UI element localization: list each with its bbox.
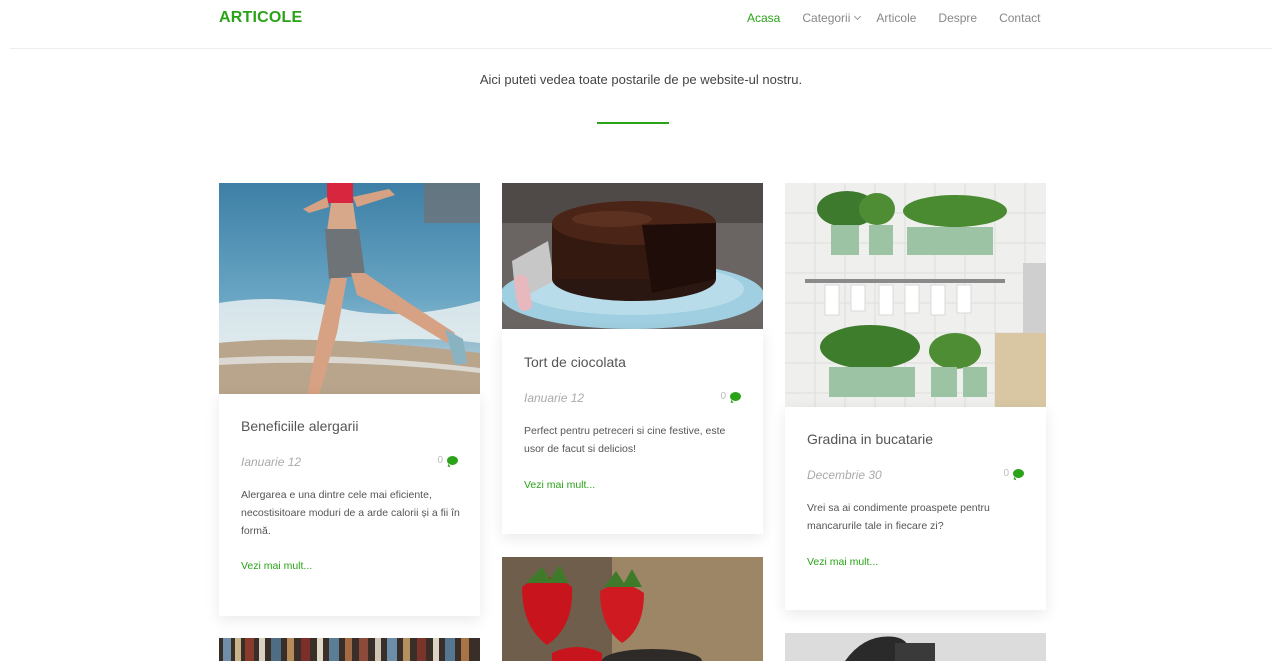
nav-about[interactable]: Despre: [938, 11, 977, 25]
post-card-partial: [502, 557, 763, 661]
post-comments[interactable]: 0: [720, 391, 741, 402]
fitness-photo: [785, 633, 1046, 661]
post-card-body: Beneficiile alergarii Ianuarie 12 0 Aler…: [219, 394, 480, 616]
comment-count: 0: [720, 391, 726, 402]
post-image-cake[interactable]: [502, 183, 763, 329]
post-title[interactable]: Beneficiile alergarii: [241, 418, 359, 434]
post-card: Gradina in bucatarie Decembrie 30 0 Vrei…: [785, 183, 1046, 610]
read-more-link[interactable]: Vezi mai mult...: [807, 556, 878, 568]
header-divider: [10, 48, 1272, 49]
post-date: Decembrie 30: [807, 468, 882, 482]
nav-home[interactable]: Acasa: [747, 11, 780, 25]
read-more-link[interactable]: Vezi mai mult...: [241, 560, 312, 572]
comment-icon: [447, 456, 458, 465]
read-more-link[interactable]: Vezi mai mult...: [524, 479, 595, 491]
nav-contact[interactable]: Contact: [999, 11, 1040, 25]
post-image-strawberries[interactable]: [502, 557, 763, 661]
cake-photo: [502, 183, 763, 329]
post-card: Beneficiile alergarii Ianuarie 12 0 Aler…: [219, 183, 480, 616]
nav-categories-label: Categorii: [802, 11, 851, 25]
post-title[interactable]: Gradina in bucatarie: [807, 431, 933, 447]
post-title[interactable]: Tort de ciocolata: [524, 354, 626, 370]
post-image-books[interactable]: [219, 638, 480, 661]
post-card-partial: [785, 633, 1046, 661]
post-image-fitness[interactable]: [785, 633, 1046, 661]
post-date: Ianuarie 12: [241, 455, 302, 469]
comment-count: 0: [437, 455, 443, 466]
post-image-garden[interactable]: [785, 183, 1046, 407]
intro-text: Aici puteti vedea toate postarile de pe …: [479, 72, 803, 87]
main-nav: Acasa Categorii Articole Despre Contact: [747, 11, 1062, 25]
books-photo: [219, 638, 480, 661]
nav-articles[interactable]: Articole: [876, 11, 916, 25]
runner-photo: [219, 183, 480, 394]
comment-count: 0: [1003, 468, 1009, 479]
post-card-body: Gradina in bucatarie Decembrie 30 0 Vrei…: [785, 407, 1046, 610]
post-date: Ianuarie 12: [524, 391, 585, 405]
nav-categories[interactable]: Categorii: [802, 11, 862, 25]
comment-icon: [730, 392, 741, 401]
post-comments[interactable]: 0: [437, 455, 458, 466]
post-card-partial: [219, 638, 480, 661]
brand-logo[interactable]: ARTICOLE: [219, 9, 302, 27]
post-excerpt: Vrei sa ai condimente proaspete pentru m…: [807, 502, 990, 532]
strawberries-photo: [502, 557, 763, 661]
post-image-runner[interactable]: [219, 183, 480, 394]
comment-icon: [1013, 469, 1024, 478]
post-excerpt: Perfect pentru petreceri si cine festive…: [524, 425, 726, 455]
garden-photo: [785, 183, 1046, 407]
chevron-down-icon: [854, 12, 862, 21]
post-card-body: Tort de ciocolata Ianuarie 12 0 Perfect …: [502, 329, 763, 534]
intro-divider: [597, 122, 669, 124]
post-comments[interactable]: 0: [1003, 468, 1024, 479]
post-excerpt: Alergarea e una dintre cele mai eficient…: [241, 489, 460, 537]
site-header: ARTICOLE Acasa Categorii Articole Despre…: [0, 0, 1282, 48]
post-card: Tort de ciocolata Ianuarie 12 0 Perfect …: [502, 183, 763, 534]
